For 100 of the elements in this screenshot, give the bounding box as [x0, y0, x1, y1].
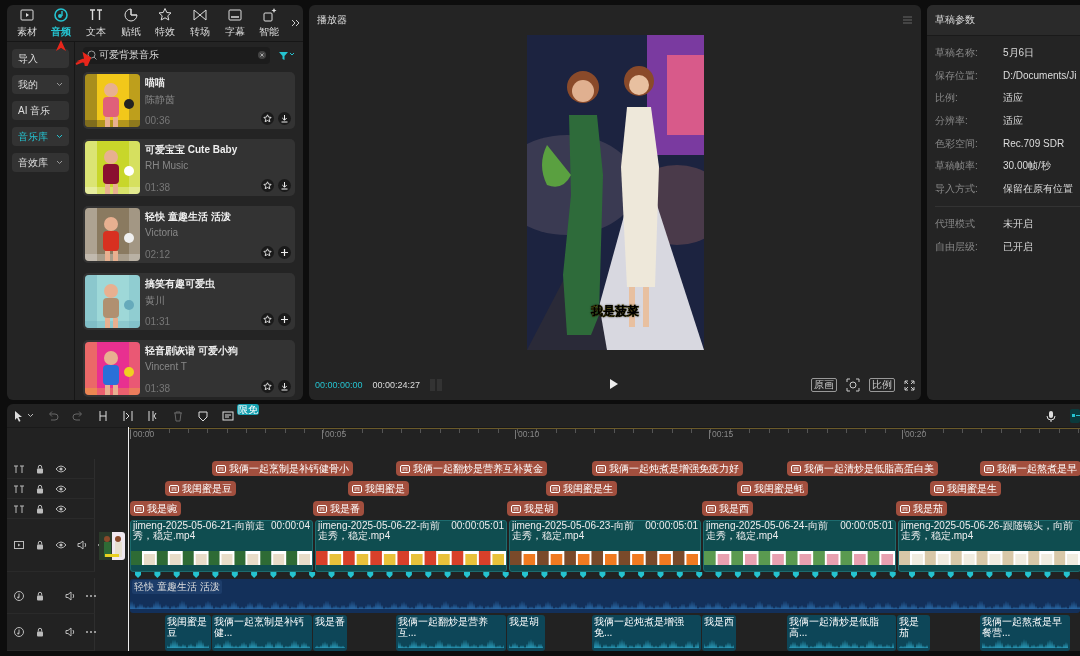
text-clip[interactable]: 我是茄 — [896, 501, 947, 516]
voice-clip[interactable]: 我俩一起熬煮是早餐营... — [980, 615, 1070, 651]
plus-icon — [280, 248, 289, 257]
field-value: 适应 — [1003, 114, 1024, 129]
add-button[interactable] — [278, 246, 291, 259]
speaker-icon[interactable] — [76, 539, 88, 551]
undo-button[interactable] — [47, 409, 59, 422]
clear-icon[interactable] — [258, 50, 266, 59]
favorite-button[interactable] — [261, 313, 274, 326]
player-button[interactable]: 原画 — [811, 378, 837, 392]
lock-icon[interactable] — [34, 502, 46, 515]
lock-icon[interactable] — [34, 589, 46, 602]
media-tab[interactable]: 字幕 — [217, 7, 252, 39]
text-clip[interactable]: 我闺蜜是蚝 — [737, 481, 808, 496]
sidebar-item[interactable]: 我的 — [12, 75, 69, 94]
clip-name: 我是胡 — [509, 616, 540, 629]
add-button[interactable] — [278, 313, 291, 326]
redo-button[interactable] — [72, 409, 84, 422]
eye-icon[interactable] — [55, 539, 67, 551]
media-tab[interactable]: 素材 — [10, 7, 44, 39]
star-icon — [263, 181, 272, 190]
media-tab[interactable]: 音频 — [44, 7, 79, 39]
text-clip[interactable]: 我是番 — [313, 501, 364, 516]
favorite-button[interactable] — [261, 380, 274, 393]
song-artist: RH Music — [145, 160, 190, 171]
music-clip[interactable]: 轻快 童趣生活 活泼 — [130, 579, 1080, 613]
play-icon — [609, 379, 618, 389]
microphone-button[interactable] — [1045, 409, 1057, 422]
video-clip[interactable]: jimeng-2025-05-06-22-向前走秀，稳定.mp4 00:00:05:01 — [315, 520, 507, 572]
filter-button[interactable] — [278, 49, 295, 61]
fullscreen-button[interactable] — [904, 379, 915, 391]
download-button[interactable] — [278, 179, 291, 192]
lock-icon[interactable] — [34, 626, 46, 638]
search-field[interactable]: 可爱背景音乐 — [83, 46, 270, 64]
media-tab[interactable]: 特效 — [148, 7, 183, 39]
split-button[interactable] — [97, 409, 109, 422]
lock-icon[interactable] — [34, 539, 46, 551]
text-clip[interactable]: 我闺蜜是生 — [930, 481, 1001, 496]
text-clip[interactable]: 我俩一起清炒是低脂高蛋白美 — [787, 461, 938, 476]
text-clip[interactable]: 我闺蜜是生 — [546, 481, 617, 496]
speaker-icon[interactable] — [64, 589, 76, 602]
video-clip[interactable]: jimeng-2025-05-06-26-跟随镜头，向前走秀，稳定.mp4 — [898, 520, 1080, 572]
music-card[interactable]: 可爱宝宝 Cute Baby RH Music 01:38 — [83, 139, 295, 196]
sidebar-item[interactable]: 导入 — [12, 49, 69, 68]
select-tool[interactable] — [13, 409, 34, 422]
media-tab[interactable]: 贴纸 — [113, 7, 148, 39]
zoom-button[interactable] — [846, 378, 860, 392]
toggle-icon[interactable] — [1070, 408, 1080, 423]
sidebar-item[interactable]: 音乐库 — [12, 127, 69, 146]
player-button[interactable]: 比例 — [869, 378, 895, 392]
text-clip[interactable]: 我是西 — [702, 501, 753, 516]
capture-button[interactable] — [222, 409, 234, 422]
lock-icon[interactable] — [34, 482, 46, 495]
video-clip[interactable]: jimeng-2025-05-06-23-向前走秀，稳定.mp4 00:00:05:01 — [509, 520, 701, 572]
text-clip[interactable]: 我俩一起翻炒是营养互补黄金 — [396, 461, 547, 476]
text-clip[interactable]: 我俩一起炖煮是增强免疫力好 — [592, 461, 743, 476]
text-clip[interactable]: 我俩一起熬煮是早 — [980, 461, 1080, 476]
music-disc-icon — [53, 7, 70, 23]
eye-icon[interactable] — [55, 462, 67, 475]
music-card[interactable]: 搞笑有趣可爱虫 黄川 01:31 — [83, 273, 295, 330]
eye-icon[interactable] — [55, 482, 67, 495]
music-card[interactable]: 轻快 童趣生活 活泼 Victoria 02:12 — [83, 206, 295, 263]
text-clip[interactable]: 我是胡 — [507, 501, 558, 516]
text-clip[interactable]: 我闺蜜是 — [348, 481, 409, 496]
voice-clip[interactable]: 我俩一起清炒是低脂高... — [787, 615, 896, 651]
video-clip[interactable]: jimeng-2025-05-06-21-向前走秀，稳定.mp4 00:00:04 — [130, 520, 313, 572]
favorite-button[interactable] — [261, 179, 274, 192]
voice-clip[interactable]: 我是西 — [702, 615, 736, 651]
text-clip[interactable]: 我闺蜜是豆 — [165, 481, 236, 496]
lock-icon[interactable] — [34, 462, 46, 475]
voice-clip[interactable]: 我是胡 — [507, 615, 545, 651]
voice-clip[interactable]: 我是茄 — [897, 615, 930, 651]
voice-clip[interactable]: 我是番 — [313, 615, 347, 651]
music-card[interactable]: 轻音剧诙谐 可爱小狗 Vincent T 01:38 — [83, 340, 295, 397]
voice-clip[interactable]: 我俩一起炖煮是增强免... — [592, 615, 701, 651]
shield-button[interactable] — [197, 409, 209, 422]
sidebar-item[interactable]: AI 音乐 — [12, 101, 69, 120]
download-button[interactable] — [278, 380, 291, 393]
favorite-button[interactable] — [261, 112, 274, 125]
split-right-button[interactable] — [147, 409, 159, 422]
song-title: 搞笑有趣可爱虫 — [145, 277, 216, 291]
voice-clip[interactable]: 我俩一起翻炒是营养互... — [396, 615, 506, 651]
microphone-icon — [1045, 409, 1057, 422]
favorite-button[interactable] — [261, 246, 274, 259]
music-card[interactable]: 喵喵 陈静茵 00:36 — [83, 72, 295, 129]
speaker-icon[interactable] — [64, 626, 76, 638]
media-tab[interactable]: 文本 — [79, 7, 113, 39]
voice-clip[interactable]: 我俩一起烹制是补钙健... — [212, 615, 312, 651]
text-clip[interactable]: 我俩一起烹制是补钙健骨小 — [212, 461, 353, 476]
text-clip[interactable]: 我是豌 — [130, 501, 181, 516]
media-tab[interactable]: 转场 — [183, 7, 217, 39]
play-button[interactable] — [609, 379, 618, 389]
voice-clip[interactable]: 我闺蜜是豆 — [165, 615, 211, 651]
sidebar-item[interactable]: 音效库 — [12, 153, 69, 172]
download-button[interactable] — [278, 112, 291, 125]
video-clip[interactable]: jimeng-2025-05-06-24-向前走秀，稳定.mp4 00:00:05:01 — [703, 520, 896, 572]
delete-button[interactable] — [172, 409, 184, 422]
split-left-button[interactable] — [122, 409, 134, 422]
eye-icon[interactable] — [55, 502, 67, 515]
media-tab[interactable]: 智能 — [252, 7, 286, 39]
